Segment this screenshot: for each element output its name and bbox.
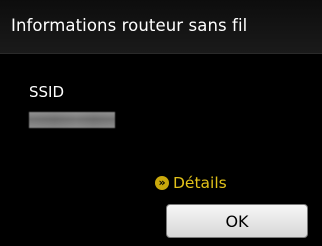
ssid-value-redacted [29,112,115,128]
double-chevron-right-icon: » [155,176,169,190]
page-title: Informations routeur sans fil [11,16,248,35]
details-link[interactable]: » Détails [155,174,227,192]
ok-button[interactable]: OK [166,204,308,238]
printer-panel-screen: Informations routeur sans fil SSID » Dét… [0,0,322,246]
header-bar: Informations routeur sans fil [0,0,322,54]
ok-button-label: OK [225,211,249,231]
ssid-label: SSID [29,83,65,101]
details-label: Détails [173,174,227,192]
